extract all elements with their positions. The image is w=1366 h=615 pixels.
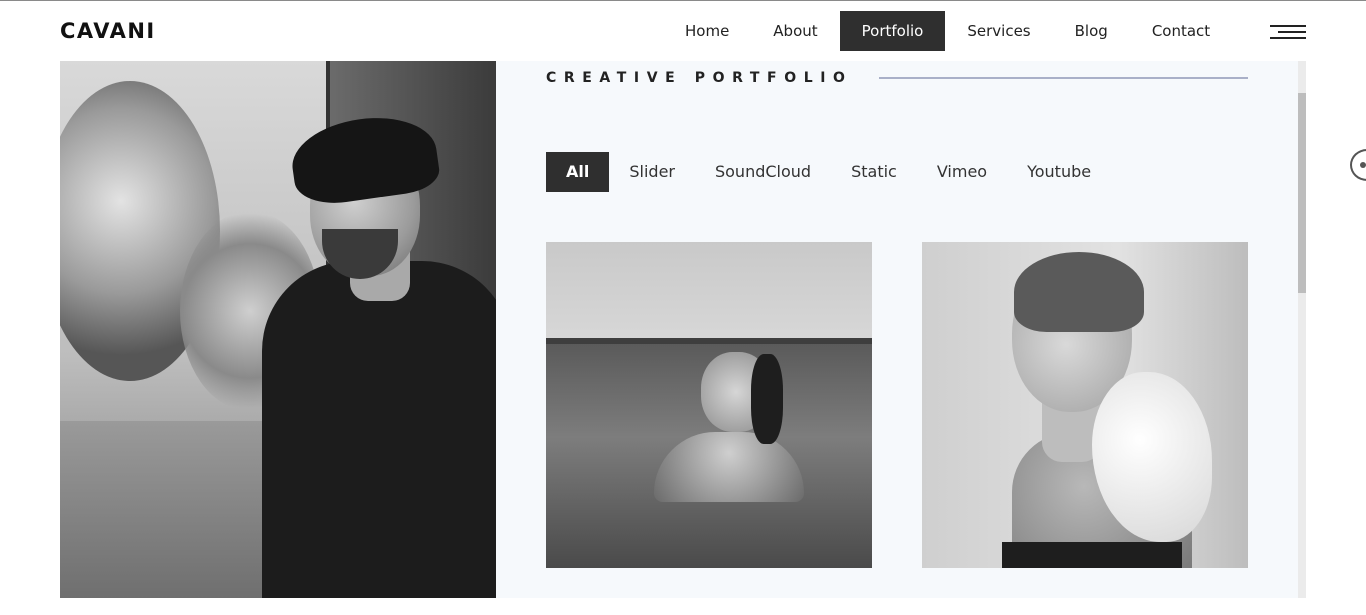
portfolio-filters: All Slider SoundCloud Static Vimeo Youtu… xyxy=(546,152,1111,192)
title-divider xyxy=(879,77,1248,79)
portfolio-item-bow[interactable] xyxy=(922,242,1248,568)
portfolio-section: CREATIVE PORTFOLIO All Slider SoundCloud… xyxy=(496,61,1298,598)
portfolio-item-water[interactable] xyxy=(546,242,872,568)
woman-hair xyxy=(1014,252,1144,332)
nav-item-portfolio[interactable]: Portfolio xyxy=(839,11,946,51)
nav-item-blog[interactable]: Blog xyxy=(1053,11,1130,51)
filter-soundcloud[interactable]: SoundCloud xyxy=(695,152,831,192)
filter-slider[interactable]: Slider xyxy=(609,152,695,192)
logo[interactable]: CAVANI xyxy=(60,19,156,43)
hero-photo xyxy=(60,61,496,598)
nav-item-home[interactable]: Home xyxy=(663,11,751,51)
nav-item-services[interactable]: Services xyxy=(945,11,1052,51)
filter-youtube[interactable]: Youtube xyxy=(1007,152,1111,192)
nav-item-about[interactable]: About xyxy=(751,11,839,51)
scrollbar[interactable] xyxy=(1298,61,1306,598)
woman-hair xyxy=(751,354,783,444)
man-body xyxy=(262,261,496,598)
nav-item-contact[interactable]: Contact xyxy=(1130,11,1232,51)
section-title: CREATIVE PORTFOLIO xyxy=(546,70,853,86)
side-toggle-icon[interactable] xyxy=(1350,149,1366,181)
header: CAVANI Home About Portfolio Services Blo… xyxy=(0,1,1366,61)
woman-shoulders xyxy=(654,432,804,502)
filter-static[interactable]: Static xyxy=(831,152,917,192)
main-nav: Home About Portfolio Services Blog Conta… xyxy=(663,11,1232,51)
filter-vimeo[interactable]: Vimeo xyxy=(917,152,1007,192)
hamburger-icon[interactable] xyxy=(1270,25,1306,41)
filter-all[interactable]: All xyxy=(546,152,610,192)
horizon-line xyxy=(546,338,872,344)
black-dress xyxy=(1002,542,1182,568)
scrollbar-thumb[interactable] xyxy=(1298,93,1306,293)
